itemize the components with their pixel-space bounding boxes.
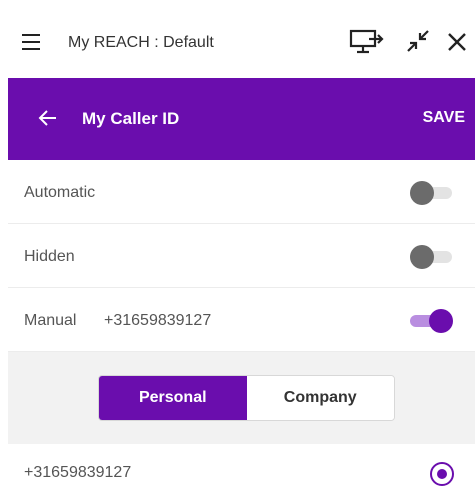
monitor-share-icon[interactable] (349, 28, 385, 54)
setting-label: Manual (24, 312, 77, 329)
arrow-left-icon[interactable] (38, 109, 58, 127)
number-list-item[interactable]: +31659839127 (8, 444, 475, 502)
setting-row-automatic: Automatic (8, 160, 475, 224)
caller-id-header: My Caller ID SAVE (8, 78, 475, 160)
number-value: +31659839127 (24, 464, 132, 481)
hidden-toggle[interactable] (410, 245, 452, 269)
setting-row-hidden: Hidden (8, 224, 475, 288)
manual-number: +31659839127 (104, 312, 212, 329)
hamburger-icon[interactable] (22, 34, 40, 50)
top-bar: My REACH : Default (0, 0, 475, 78)
app-title: My REACH : Default (68, 34, 214, 51)
number-type-selector: Personal Company (98, 375, 395, 421)
selected-radio[interactable] (430, 462, 454, 486)
close-icon[interactable] (446, 28, 468, 54)
company-tab[interactable]: Company (246, 376, 394, 420)
personal-tab[interactable]: Personal (99, 376, 247, 420)
compress-icon[interactable] (405, 28, 431, 54)
page-title: My Caller ID (82, 109, 180, 128)
setting-row-manual: Manual +31659839127 (8, 288, 475, 352)
setting-label: Hidden (24, 248, 75, 265)
number-type-section: Personal Company (8, 352, 475, 444)
automatic-toggle[interactable] (410, 181, 452, 205)
setting-label: Automatic (24, 184, 96, 201)
save-button[interactable]: SAVE (423, 109, 465, 127)
manual-toggle[interactable] (410, 309, 453, 333)
